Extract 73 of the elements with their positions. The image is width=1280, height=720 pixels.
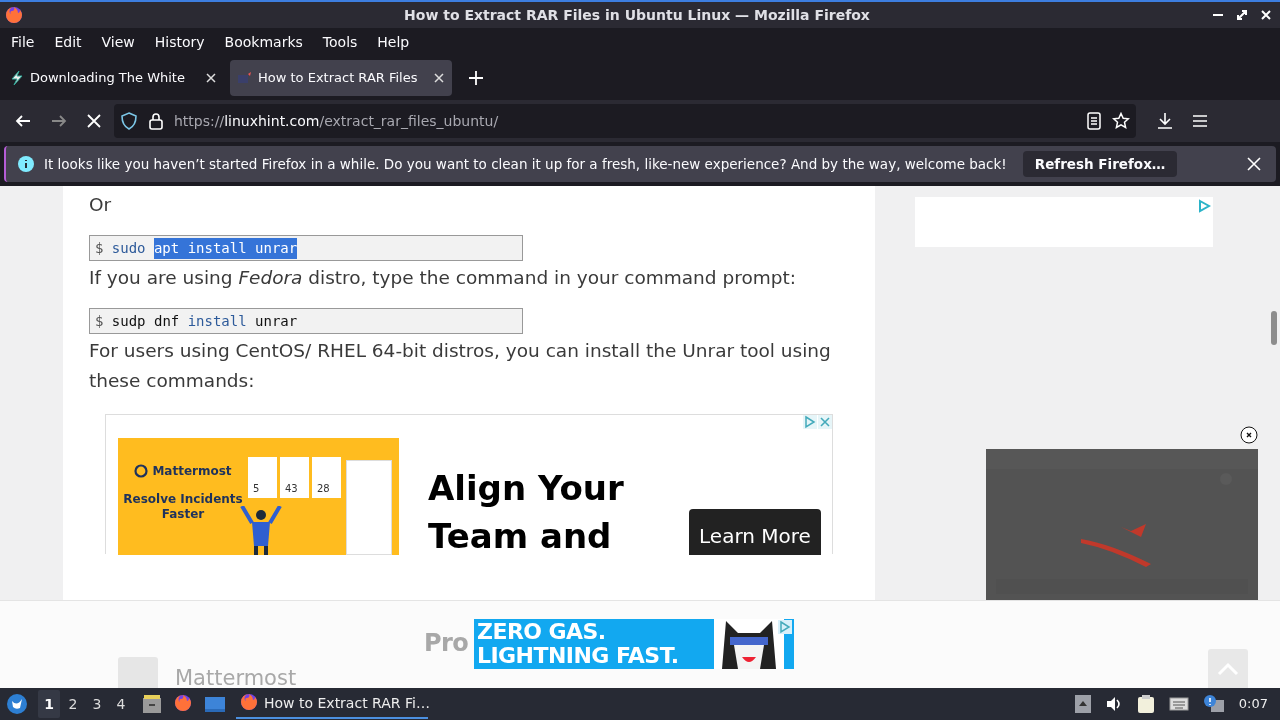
person-figure [238, 506, 284, 555]
tagline: Resolve Incidents Faster [123, 492, 243, 522]
close-icon[interactable] [1259, 8, 1273, 22]
menu-item[interactable]: Bookmarks [214, 28, 313, 56]
ad-headline: Pro [424, 628, 469, 659]
code-text: $ [95, 238, 104, 258]
download-icon[interactable] [1156, 112, 1174, 130]
refresh-button[interactable]: Refresh Firefox… [1022, 151, 1178, 177]
file-cabinet-icon[interactable] [142, 694, 162, 714]
taskbar-button[interactable]: How to Extract RAR Fi… [236, 689, 428, 719]
address-bar[interactable]: https://linuxhint.com/extract_rar_files_ubuntu/ [114, 104, 1136, 138]
reader-icon[interactable] [1086, 112, 1102, 130]
star-icon[interactable] [1112, 112, 1130, 130]
scrollbar-track[interactable] [1268, 186, 1280, 600]
menu-item[interactable]: History [144, 28, 215, 56]
tray-up-icon[interactable] [1074, 695, 1091, 713]
new-tab-icon[interactable] [468, 70, 484, 86]
stat-card: 5 [248, 457, 277, 498]
shield-icon [120, 112, 138, 130]
firefox-icon[interactable] [174, 694, 194, 714]
code-text: sudp dnf [111, 311, 180, 331]
speaker-icon[interactable] [1104, 695, 1123, 713]
start-menu-icon[interactable] [6, 693, 28, 715]
maximize-icon[interactable] [1235, 8, 1249, 22]
brand-name: Mattermost [152, 463, 232, 480]
info-icon [18, 156, 34, 172]
notification-text: It looks like you haven’t started Firefox in a while. Do you want to clean it up for a fresh, like-new experience? And by the way, welcome back! [44, 154, 1007, 174]
stat-card: 28 [312, 457, 341, 498]
browser-tab[interactable]: How to Extract RAR Files [230, 60, 452, 96]
code-text: apt install unrar [153, 237, 298, 259]
menu-item[interactable]: Tools [312, 28, 368, 56]
workspace-button[interactable]: 3 [86, 690, 108, 718]
learn-more-button[interactable]: Learn More [689, 509, 821, 555]
menu-icon[interactable] [1192, 114, 1208, 128]
window-icon[interactable] [204, 694, 226, 714]
clock: 0:07 [1238, 695, 1268, 714]
banner-text: LIGHTNING FAST. [477, 644, 679, 668]
close-icon[interactable] [1240, 426, 1258, 444]
keyboard-icon[interactable] [1168, 696, 1189, 712]
clipboard-icon[interactable] [1136, 694, 1155, 714]
window-title: How to Extract RAR Files in Ubuntu Linux — Mozilla Firefox [404, 5, 870, 25]
stop-icon[interactable] [86, 113, 102, 129]
code-text: $ [95, 311, 104, 331]
banner-text: ZERO GAS. [477, 620, 607, 644]
firefox-icon [240, 693, 260, 713]
dog-figure [714, 619, 784, 669]
menu-item[interactable]: Help [367, 28, 420, 56]
firefox-icon [5, 6, 23, 24]
paragraph: If you are using Fedora distro, type the command in your command prompt: [89, 266, 797, 290]
scrollbar-thumb[interactable] [1271, 311, 1277, 345]
code-text: install [187, 311, 247, 331]
lock-icon [148, 112, 164, 130]
menu-item[interactable]: Edit [44, 28, 92, 56]
lightning-icon [9, 70, 25, 86]
ad-headline: Align Your [428, 467, 624, 510]
workspace-button[interactable]: 2 [62, 690, 84, 718]
workspace-button[interactable]: 1 [38, 690, 60, 718]
ad-headline: Team and [428, 515, 613, 558]
site-icon [237, 70, 253, 86]
workspace-button[interactable]: 4 [110, 690, 132, 718]
logo-icon [134, 464, 149, 478]
code-text: unrar [255, 311, 298, 331]
url-text: https://linuxhint.com/extract_rar_files_ubuntu/ [174, 111, 499, 131]
advertiser-name: Mattermost [175, 665, 297, 688]
ad-banner[interactable]: Mattermost Resolve Incidents Faster 5 43 28 [118, 438, 399, 555]
notification-icon[interactable] [1202, 694, 1225, 714]
browser-tab[interactable]: Downloading The White [2, 60, 224, 96]
menu-item[interactable]: View [91, 28, 145, 56]
stat-card: 43 [280, 457, 309, 498]
paragraph: For users using CentOS/ RHEL 64-bit distros, you can install the Unrar tool using these commands: [89, 339, 832, 393]
code-text: sudo [111, 238, 146, 258]
paragraph: Or [89, 193, 113, 217]
menu-item[interactable]: File [1, 28, 45, 56]
